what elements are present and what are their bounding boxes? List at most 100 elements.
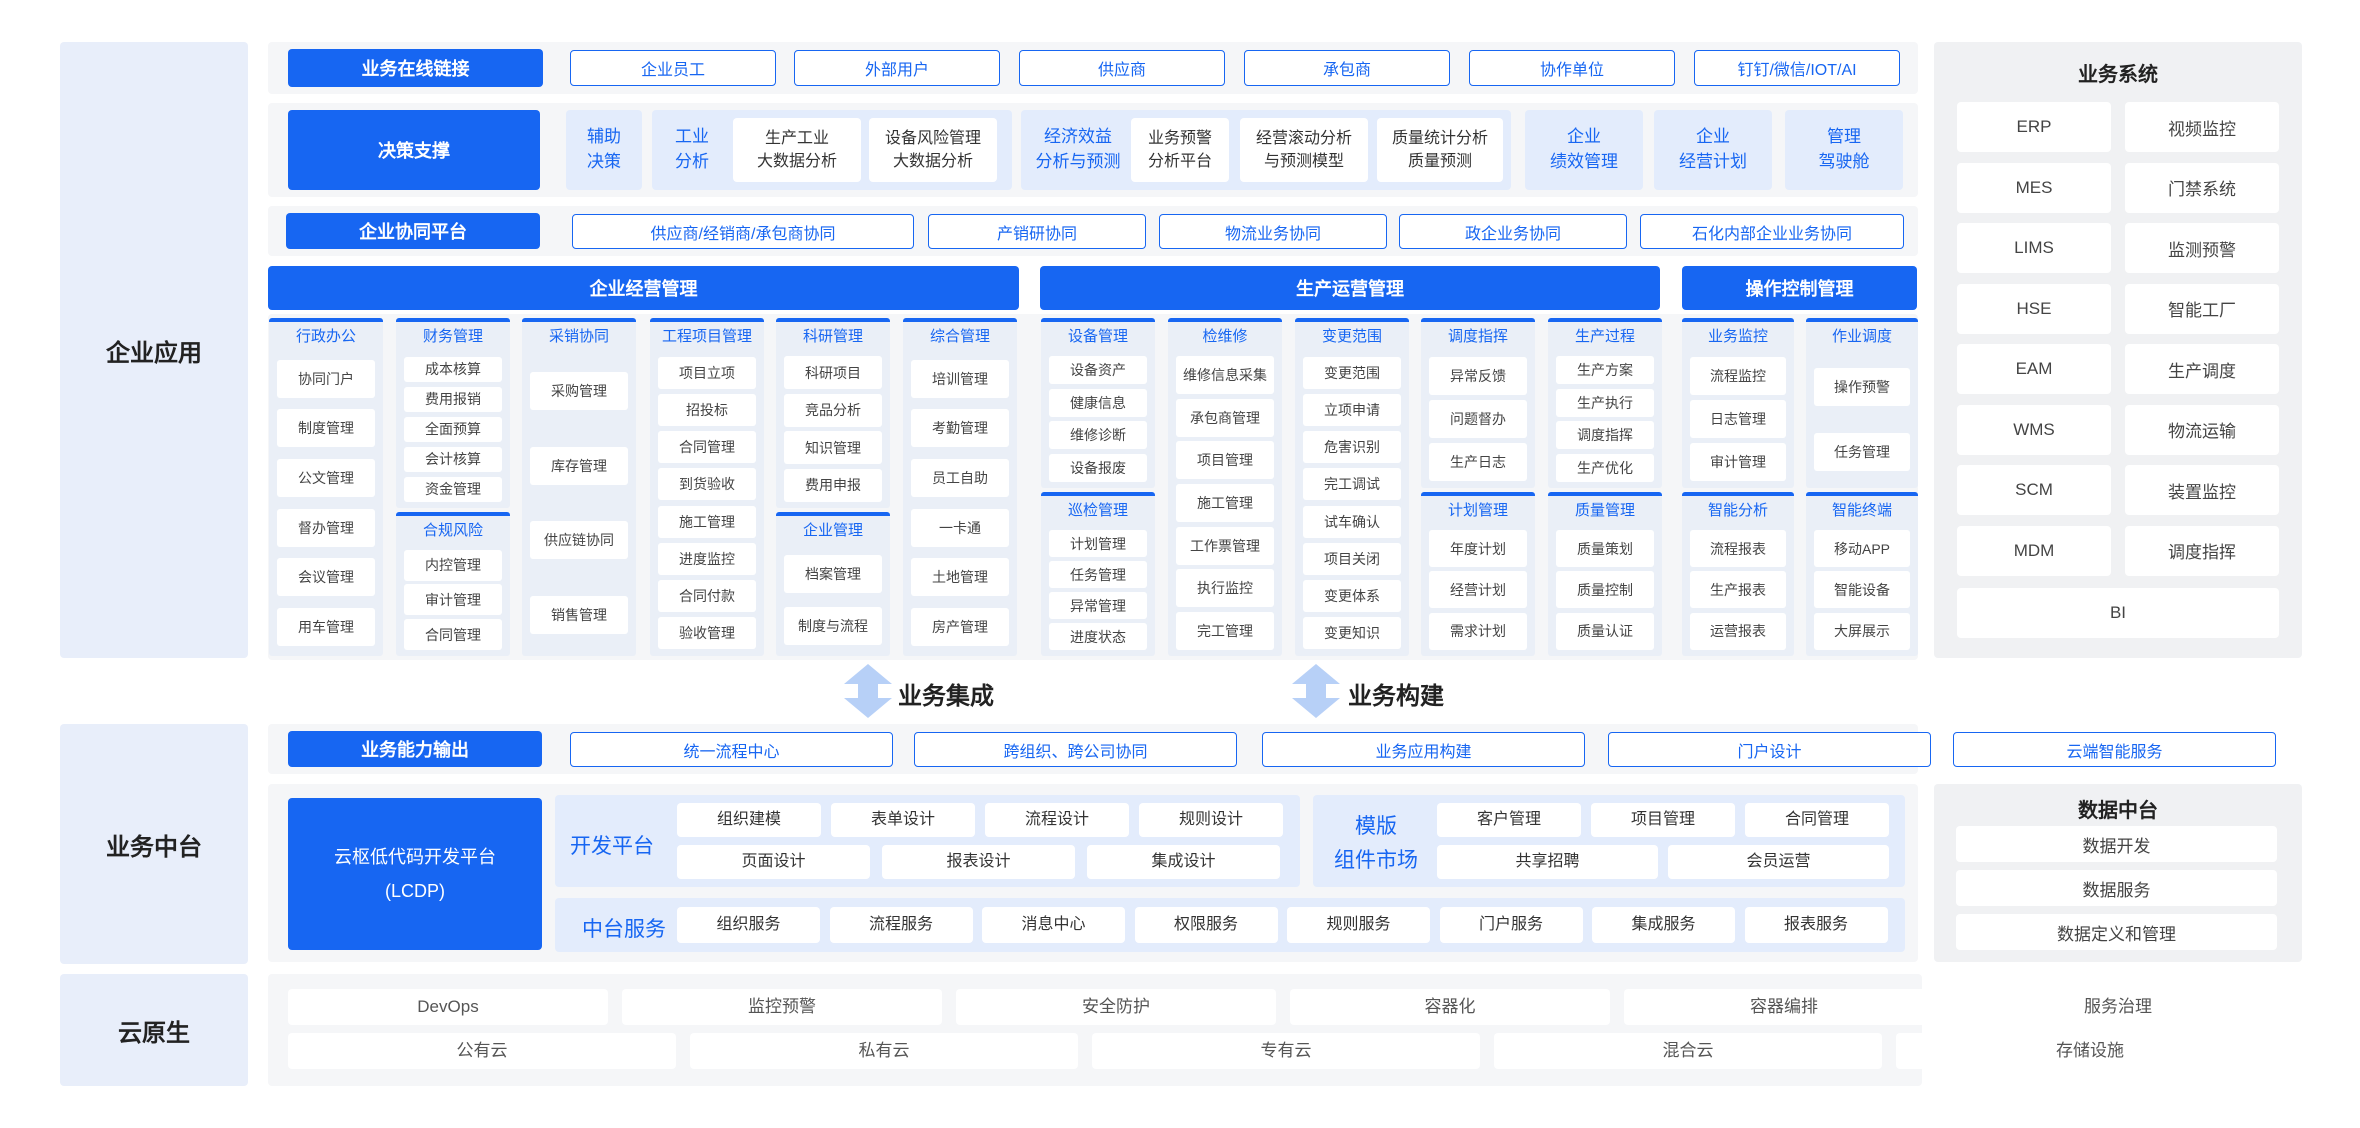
module-item: 计划管理	[1048, 530, 1148, 557]
module-column: 工程项目管理 项目立项 招投标 合同管理 到货验收 施工管理 进度监控 合同付款 验收管理	[650, 318, 764, 656]
module-column-title: 财务管理	[422, 328, 483, 345]
system-item: MES	[1957, 162, 2111, 213]
online-link-title: 业务在线链接	[288, 49, 543, 87]
module-item: 项目管理	[1175, 441, 1275, 480]
module-column: 调度指挥 异常反馈 问题督办 生产日志	[1421, 318, 1535, 488]
capability-item: 跨组织、跨公司协同	[914, 732, 1237, 767]
collab-item: 石化内部企业业务协同	[1640, 214, 1904, 249]
module-item: 费用报销	[403, 386, 503, 412]
module-item: 质量策划	[1555, 530, 1655, 568]
module-column-title: 智能终端	[1831, 502, 1892, 519]
module-column: 企业管理 档案管理 制度与流程	[776, 512, 890, 656]
module-item: 智能设备	[1813, 571, 1911, 609]
module-item: 审计管理	[1689, 443, 1787, 482]
decision-cockpit: 管理 驾驶舱	[1785, 110, 1903, 190]
collab-item: 政企业务协同	[1399, 214, 1627, 249]
module-item: 质量控制	[1555, 571, 1655, 609]
module-column-title: 调度指挥	[1447, 328, 1508, 345]
module-item: 需求计划	[1428, 612, 1528, 650]
module-item: 到货验收	[657, 468, 757, 501]
module-item: 异常管理	[1048, 592, 1148, 619]
module-item: 经营计划	[1428, 571, 1528, 609]
module-item: 变更范围	[1302, 356, 1402, 389]
middle-service-item: 组织服务	[677, 907, 820, 943]
lane-enterprise-app: 企业应用	[60, 42, 248, 658]
module-item: 考勤管理	[910, 409, 1010, 448]
market-title: 模版 组件市场	[1334, 815, 1418, 872]
module-item: 设备资产	[1048, 356, 1148, 385]
module-column: 智能分析 流程报表 生产报表 运营报表	[1682, 492, 1794, 656]
module-item: 公文管理	[276, 459, 376, 498]
module-column: 作业调度 操作预警 任务管理	[1806, 318, 1918, 488]
module-item: 执行监控	[1175, 569, 1275, 608]
lane-label: 云原生	[118, 1019, 190, 1047]
system-item: SCM	[1957, 465, 2111, 515]
system-item: 调度指挥	[2125, 525, 2279, 576]
decision-title: 决策支撑	[288, 110, 540, 190]
module-column: 业务监控 流程监控 日志管理 审计管理	[1682, 318, 1794, 488]
module-item: 施工管理	[657, 505, 757, 538]
module-item: 销售管理	[529, 595, 629, 634]
module-item: 调度指挥	[1555, 421, 1655, 450]
data-hub-item: 数据定义和管理	[1956, 914, 2277, 950]
module-item: 质量认证	[1555, 612, 1655, 650]
module-item: 成本核算	[403, 356, 503, 382]
module-column: 合规风险 内控管理 审计管理 合同管理	[396, 512, 510, 656]
middle-service-title: 中台服务	[582, 918, 666, 941]
module-column: 生产过程 生产方案 生产执行 调度指挥 生产优化	[1548, 318, 1662, 488]
module-item: 操作预警	[1813, 367, 1911, 406]
cloud-item: 专有云	[1092, 1033, 1480, 1069]
module-item: 任务管理	[1048, 561, 1148, 588]
module-item: 维修诊断	[1048, 421, 1148, 450]
module-item: 验收管理	[657, 617, 757, 650]
online-link-item: 协作单位	[1469, 50, 1675, 86]
system-item: BI	[1957, 588, 2279, 638]
build-arrow-icon	[1292, 664, 1340, 718]
module-item: 流程报表	[1689, 530, 1787, 568]
market-item: 会员运营	[1668, 845, 1889, 879]
module-item: 制度管理	[276, 409, 376, 448]
collab-item: 物流业务协同	[1159, 214, 1387, 249]
lane-label: 企业应用	[106, 339, 202, 367]
middle-service-item: 流程服务	[829, 907, 973, 943]
cloud-item: 监控预警	[622, 989, 942, 1025]
lane-cloud-native: 云原生	[60, 974, 248, 1086]
module-column-title: 综合管理	[929, 328, 990, 345]
system-item: 门禁系统	[2125, 162, 2279, 213]
module-column-title: 企业管理	[802, 522, 863, 539]
lcdp-box: 云枢低代码开发平台 (LCDP)	[288, 798, 542, 950]
capability-item: 云端智能服务	[1953, 732, 2276, 767]
module-column-title: 生产过程	[1574, 328, 1635, 345]
module-column-title: 合规风险	[422, 522, 483, 539]
cloud-item: 存储设施	[1896, 1033, 2284, 1069]
module-item: 用车管理	[276, 608, 376, 647]
integration-label: 业务集成	[898, 683, 994, 710]
module-column-title: 业务监控	[1707, 328, 1768, 345]
module-item: 生产报表	[1689, 571, 1787, 609]
module-column-title: 科研管理	[802, 328, 863, 345]
lane-business-middle: 业务中台	[60, 724, 248, 964]
dev-platform-item: 表单设计	[831, 803, 975, 837]
module-column-title: 巡检管理	[1067, 502, 1128, 519]
decision-item: 业务预警 分析平台	[1131, 118, 1229, 182]
cloud-item: 混合云	[1494, 1033, 1882, 1069]
module-item: 进度监控	[657, 542, 757, 575]
module-column-title: 智能分析	[1707, 502, 1768, 519]
system-item: 生产调度	[2125, 344, 2279, 394]
module-item: 生产方案	[1555, 356, 1655, 385]
capability-title: 业务能力输出	[288, 731, 542, 767]
decision-performance: 企业 绩效管理	[1525, 110, 1643, 190]
collab-item: 产销研协同	[928, 214, 1146, 249]
module-column: 计划管理 年度计划 经营计划 需求计划	[1421, 492, 1535, 656]
module-item: 试车确认	[1302, 505, 1402, 538]
module-item: 竞品分析	[783, 393, 883, 427]
middle-service-item: 权限服务	[1134, 907, 1278, 943]
module-column: 综合管理 培训管理 考勤管理 员工自助 一卡通 土地管理 房产管理	[903, 318, 1017, 656]
middle-service-item: 集成服务	[1592, 907, 1735, 943]
middle-service-item: 规则服务	[1287, 907, 1430, 943]
module-item: 移动APP	[1813, 530, 1911, 568]
module-item: 生产优化	[1555, 453, 1655, 482]
module-column-title: 采销协同	[548, 328, 609, 345]
module-item: 承包商管理	[1175, 398, 1275, 437]
module-column: 质量管理 质量策划 质量控制 质量认证	[1548, 492, 1662, 656]
